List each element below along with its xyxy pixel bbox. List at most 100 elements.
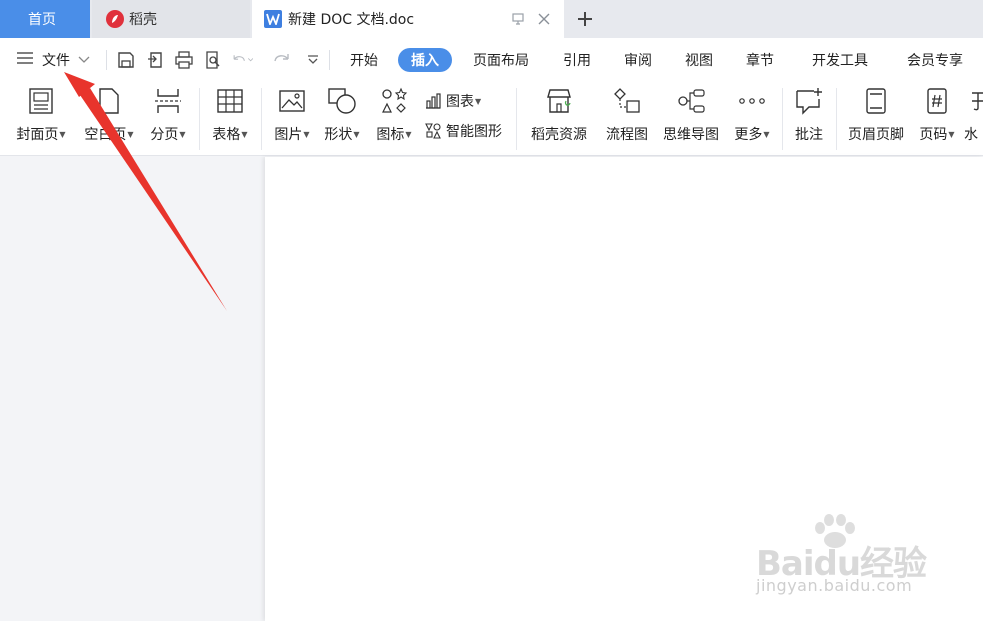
hamburger-icon <box>16 51 34 69</box>
cover-page-button[interactable]: 封面页▼ <box>10 86 72 146</box>
divider <box>199 88 200 150</box>
page-number-icon <box>922 86 952 116</box>
icon-library-button[interactable]: 图标▼ <box>371 86 417 146</box>
chart-label: 图表 <box>446 94 474 110</box>
smart-art-icon <box>423 121 443 141</box>
table-icon <box>215 86 245 116</box>
page-break-button[interactable]: 分页▼ <box>146 86 190 146</box>
page-number-label: 页码 <box>919 127 948 143</box>
smart-art-label: 智能图形 <box>446 124 502 140</box>
tab-daoke-label: 稻壳 <box>129 12 157 28</box>
divider <box>836 88 837 150</box>
picture-label: 图片 <box>274 127 303 143</box>
menu-insert[interactable]: 插入 <box>398 48 452 72</box>
save-icon[interactable] <box>115 49 137 71</box>
caret-down-icon: ▼ <box>179 130 186 139</box>
store-icon <box>544 86 574 116</box>
table-button[interactable]: 表格▼ <box>207 86 253 146</box>
baidu-jingyan-watermark: Baidu经验 jingyan.baidu.com <box>752 514 942 604</box>
daoke-resources-label: 稻壳资源 <box>531 127 587 143</box>
menu-references[interactable]: 引用 <box>556 48 598 72</box>
redo-icon[interactable] <box>272 49 294 71</box>
menu-chapter[interactable]: 章节 <box>739 48 781 72</box>
comment-add-icon <box>794 86 824 116</box>
close-tab-icon[interactable] <box>535 10 553 28</box>
divider <box>329 50 330 70</box>
blank-page-button[interactable]: 空白页▼ <box>78 86 140 146</box>
page-break-label: 分页 <box>150 127 179 143</box>
caret-down-icon: ▼ <box>405 130 412 139</box>
picture-button[interactable]: 图片▼ <box>269 86 315 146</box>
page-break-icon <box>153 86 183 116</box>
mind-map-label: 思维导图 <box>663 127 719 143</box>
menu-bar: 文件 开始 插入 页面布局 引用 审阅 视图 章节 开发工具 会员专享 <box>0 38 983 82</box>
shape-button[interactable]: 形状▼ <box>319 86 365 146</box>
print-preview-icon[interactable] <box>202 49 224 71</box>
caret-down-icon: ▼ <box>59 130 66 139</box>
customize-toolbar-icon[interactable] <box>302 49 324 71</box>
caret-down-icon: ▼ <box>241 130 248 139</box>
caret-down-icon: ▼ <box>353 130 360 139</box>
caret-down-icon: ▼ <box>763 130 770 139</box>
export-pdf-icon[interactable] <box>145 49 167 71</box>
chart-button[interactable]: 图表 ▼ <box>423 90 481 112</box>
caret-down-icon: ▼ <box>475 96 482 106</box>
divider <box>782 88 783 150</box>
tab-document-label: 新建 DOC 文档.doc <box>288 12 415 28</box>
tab-home[interactable]: 首页 <box>0 0 90 38</box>
undo-icon[interactable] <box>231 49 253 71</box>
header-footer-icon <box>861 86 891 116</box>
word-doc-icon <box>264 10 282 28</box>
watermark-sub-text: jingyan.baidu.com <box>756 576 913 595</box>
tab-daoke[interactable]: 稻壳 <box>92 0 250 38</box>
comment-button[interactable]: 批注 <box>790 86 828 146</box>
workspace-background <box>0 157 265 621</box>
page-number-button[interactable]: 页码▼ <box>914 86 960 146</box>
menu-developer-tools[interactable]: 开发工具 <box>803 48 877 72</box>
divider <box>106 50 107 70</box>
menu-view[interactable]: 视图 <box>678 48 720 72</box>
new-tab-icon[interactable] <box>574 8 596 30</box>
flowchart-label: 流程图 <box>606 127 648 143</box>
tab-bar: 首页 稻壳 新建 DOC 文档.doc <box>0 0 983 38</box>
shape-label: 形状 <box>324 127 353 143</box>
daoke-logo-icon <box>106 10 124 28</box>
smart-art-button[interactable]: 智能图形 <box>423 120 502 142</box>
cover-page-label: 封面页 <box>16 127 59 143</box>
flowchart-button[interactable]: 流程图 <box>600 86 654 146</box>
picture-icon <box>277 86 307 116</box>
file-menu-label: 文件 <box>42 53 70 69</box>
pin-window-icon[interactable] <box>509 10 527 28</box>
blank-page-label: 空白页 <box>84 127 127 143</box>
comment-label: 批注 <box>795 127 823 143</box>
insert-ribbon: 封面页▼ 空白页▼ 分页▼ 表格▼ 图片▼ 形状▼ 图标▼ 图表 ▼ 智能图形 … <box>0 82 983 156</box>
menu-review[interactable]: 审阅 <box>617 48 659 72</box>
more-label: 更多 <box>734 127 763 143</box>
more-button[interactable]: 更多▼ <box>728 86 776 146</box>
menu-member-exclusive[interactable]: 会员专享 <box>898 48 972 72</box>
blank-page-icon <box>94 86 124 116</box>
menu-start[interactable]: 开始 <box>342 48 386 72</box>
chevron-down-icon <box>78 52 90 68</box>
icon-library-label: 图标 <box>376 127 405 143</box>
print-icon[interactable] <box>173 49 195 71</box>
menu-page-layout[interactable]: 页面布局 <box>466 48 536 72</box>
mind-map-icon <box>676 86 706 116</box>
header-footer-button[interactable]: 页眉页脚 <box>843 86 909 146</box>
tab-home-label: 首页 <box>28 12 56 28</box>
file-menu-button[interactable]: 文件 <box>16 50 90 70</box>
daoke-resources-button[interactable]: 稻壳资源 <box>526 86 592 146</box>
shape-icon <box>327 86 357 116</box>
watermark-icon <box>964 86 983 116</box>
header-footer-label: 页眉页脚 <box>848 127 904 143</box>
watermark-label: 水 <box>964 127 978 143</box>
bar-chart-icon <box>423 91 443 111</box>
watermark-button[interactable]: 水 <box>964 86 983 146</box>
mind-map-button[interactable]: 思维导图 <box>658 86 724 146</box>
cover-page-icon <box>26 86 56 116</box>
flowchart-icon <box>612 86 642 116</box>
caret-down-icon: ▼ <box>948 130 955 139</box>
icon-library-icon <box>379 86 409 116</box>
caret-down-icon: ▼ <box>303 130 310 139</box>
divider <box>516 88 517 150</box>
